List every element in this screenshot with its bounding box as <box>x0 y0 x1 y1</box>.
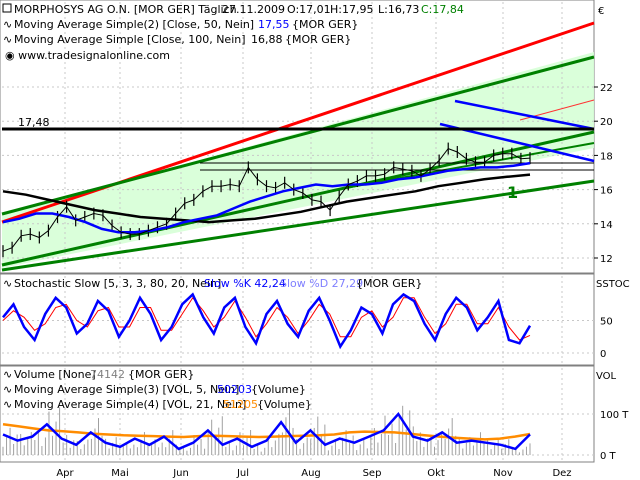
vol-ma21-legend-icon: ∿ <box>3 398 12 411</box>
price-y-axis: 12 14 16 18 20 22 <box>594 83 613 265</box>
chart-canvas: € 12 14 16 18 20 22 MORPHOSYS AG O.N. [MOR GE… <box>0 0 630 479</box>
ma50-legend-value: 17,55 <box>258 18 290 31</box>
volume-legend-icon: ∿ <box>3 368 12 381</box>
ma50-legend-label: Moving Average Simple(2) [Close, 50, Nei… <box>14 18 254 31</box>
ma100-legend-label: Moving Average Simple [Close, 100, Nein] <box>14 33 246 46</box>
price-tick-label: 16 <box>600 186 613 197</box>
volume-legend-value: 74142 <box>90 368 125 381</box>
month-label: Okt <box>427 468 445 479</box>
ma50-legend-icon: ∿ <box>3 18 12 31</box>
vol-ma5-legend-value: 50203 <box>217 383 252 396</box>
stochastic-axis-label: SSTOC <box>596 279 630 290</box>
website-label: ◉ www.tradesignalonline.com <box>5 49 170 62</box>
month-label: Jun <box>172 468 189 479</box>
header-date: 27.11.2009 <box>222 3 285 16</box>
vol-ma21-legend-value: 51205 <box>223 398 258 411</box>
price-tick-label: 14 <box>600 220 613 231</box>
stochastic-tick-label: 0 <box>600 349 606 360</box>
symbol-title: MORPHOSYS AG O.N. [MOR GER] Täglich <box>14 3 237 16</box>
stochastic-header: ∿ Stochastic Slow [5, 3, 3, 80, 20, Nein… <box>3 277 422 290</box>
ma100-legend-ref: {MOR GER} <box>285 33 351 46</box>
month-label: Nov <box>493 468 513 479</box>
trendline-annotation: 1 <box>507 183 518 202</box>
price-tick-label: 20 <box>600 117 613 128</box>
month-label: Dez <box>552 468 571 479</box>
stochastic-d-value: Slow %D 27,29 <box>280 277 363 290</box>
month-label: Jul <box>236 468 249 479</box>
stochastic-tick-label: 50 <box>600 317 613 328</box>
vol-ma5-legend-ref: {Volume} <box>251 383 306 396</box>
volume-tick-label: 100 T <box>600 410 629 421</box>
volume-legend-ref: {MOR GER} <box>128 368 194 381</box>
stochastic-ref: {MOR GER} <box>356 277 422 290</box>
price-tick-label: 18 <box>600 151 613 162</box>
month-label: Mai <box>111 468 129 479</box>
price-tick-label: 22 <box>600 83 613 94</box>
header-low: L:16,73 <box>378 3 419 16</box>
x-axis: Apr Mai Jun Jul Aug Sep Okt Nov Dez <box>56 468 571 479</box>
month-label: Aug <box>301 468 321 479</box>
header-high: H:17,95 <box>330 3 373 16</box>
month-label: Apr <box>56 468 74 479</box>
stochastic-legend-icon: ∿ <box>3 277 12 290</box>
volume-tick-label: 0 T <box>600 451 617 462</box>
volume-legend-label: Volume [None] <box>14 368 96 381</box>
hline-value-label: 17,48 <box>18 116 50 129</box>
ma50-legend-ref: {MOR GER} <box>292 18 358 31</box>
vol-ma21-legend-label: Moving Average Simple(4) [VOL, 21, Nein] <box>14 398 246 411</box>
volume-axis-label: VOL <box>596 371 617 382</box>
price-tick-label: 12 <box>600 254 613 265</box>
header-close: C:17,84 <box>421 3 464 16</box>
ma100-legend-value: 16,88 <box>251 33 283 46</box>
vol-ma21-legend-ref: {Volume} <box>257 398 312 411</box>
stochastic-legend-label: Stochastic Slow [5, 3, 3, 80, 20, Nein] <box>14 277 221 290</box>
stochastic-y-axis: 0 50 <box>600 317 613 361</box>
stochastic-k-value: Slow %K 42,24 <box>204 277 286 290</box>
ma100-legend-icon: ∿ <box>3 33 12 46</box>
volume-y-axis: 0 T 100 T <box>600 410 629 462</box>
currency-label: € <box>598 6 604 17</box>
header-open: O:17,01 <box>287 3 331 16</box>
vol-ma5-legend-icon: ∿ <box>3 383 12 396</box>
month-label: Sep <box>363 468 382 479</box>
website-text: www.tradesignalonline.com <box>18 49 170 62</box>
vol-ma5-legend-label: Moving Average Simple(3) [VOL, 5, Nein] <box>14 383 239 396</box>
